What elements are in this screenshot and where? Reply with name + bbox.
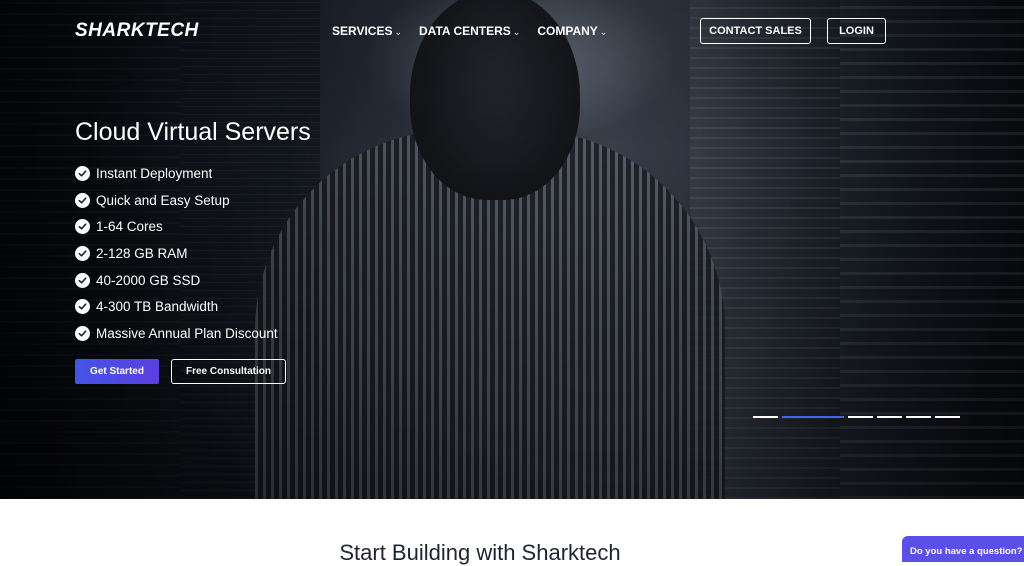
check-circle-icon — [75, 245, 90, 261]
section-title: Start Building with Sharktech — [339, 540, 621, 565]
check-circle-icon — [75, 299, 90, 315]
check-circle-icon — [75, 192, 90, 208]
nav-services[interactable]: SERVICES ⌄ — [332, 24, 402, 38]
nav-company[interactable]: COMPANY ⌄ — [537, 24, 607, 38]
feature-text: 2-128 GB RAM — [96, 245, 188, 261]
free-consultation-button[interactable]: Free Consultation — [171, 359, 286, 384]
feature-item: 2-128 GB RAM — [75, 240, 278, 267]
chevron-down-icon: ⌄ — [394, 27, 403, 37]
nav-data-centers[interactable]: DATA CENTERS ⌄ — [419, 24, 520, 38]
get-started-button[interactable]: Get Started — [75, 359, 159, 384]
feature-item: Quick and Easy Setup — [75, 187, 278, 214]
check-circle-icon — [75, 219, 90, 235]
nav-company-label: COMPANY — [537, 24, 598, 38]
sharktech-logo[interactable]: SHARKTECH — [75, 20, 199, 42]
carousel-dot-1[interactable] — [753, 416, 778, 418]
nav-services-label: SERVICES — [332, 24, 393, 38]
contact-sales-button[interactable]: CONTACT SALES — [700, 18, 811, 44]
feature-item: 4-300 TB Bandwidth — [75, 293, 278, 320]
chevron-down-icon: ⌄ — [599, 27, 608, 37]
feature-item: 40-2000 GB SSD — [75, 267, 278, 294]
feature-item: Instant Deployment — [75, 160, 278, 187]
feature-text: 40-2000 GB SSD — [96, 272, 201, 288]
check-circle-icon — [75, 272, 90, 288]
chevron-down-icon: ⌄ — [512, 27, 521, 37]
carousel-indicators — [753, 416, 960, 418]
hero-banner: SHARKTECH SERVICES ⌄ DATA CENTERS ⌄ COMPAN… — [0, 0, 1024, 499]
check-circle-icon — [75, 165, 90, 181]
carousel-dot-2[interactable] — [782, 416, 844, 418]
carousel-dot-4[interactable] — [877, 416, 902, 418]
carousel-dot-3[interactable] — [848, 416, 873, 418]
login-button[interactable]: LOGIN — [827, 18, 886, 44]
feature-list: Instant Deployment Quick and Easy Setup … — [75, 160, 278, 347]
feature-text: Massive Annual Plan Discount — [96, 325, 278, 341]
feature-item: 1-64 Cores — [75, 213, 278, 240]
feature-text: 1-64 Cores — [96, 219, 163, 235]
feature-text: Instant Deployment — [96, 165, 213, 181]
chat-widget-button[interactable]: Do you have a question? — [902, 536, 1024, 562]
hero-title: Cloud Virtual Servers — [75, 118, 311, 146]
feature-text: 4-300 TB Bandwidth — [96, 299, 219, 315]
check-circle-icon — [75, 325, 90, 341]
nav-data-centers-label: DATA CENTERS — [419, 24, 511, 38]
feature-item: Massive Annual Plan Discount — [75, 320, 278, 347]
main-nav: SERVICES ⌄ DATA CENTERS ⌄ COMPANY ⌄ — [332, 24, 607, 38]
carousel-dot-6[interactable] — [935, 416, 960, 418]
carousel-dot-5[interactable] — [906, 416, 931, 418]
feature-text: Quick and Easy Setup — [96, 192, 230, 208]
